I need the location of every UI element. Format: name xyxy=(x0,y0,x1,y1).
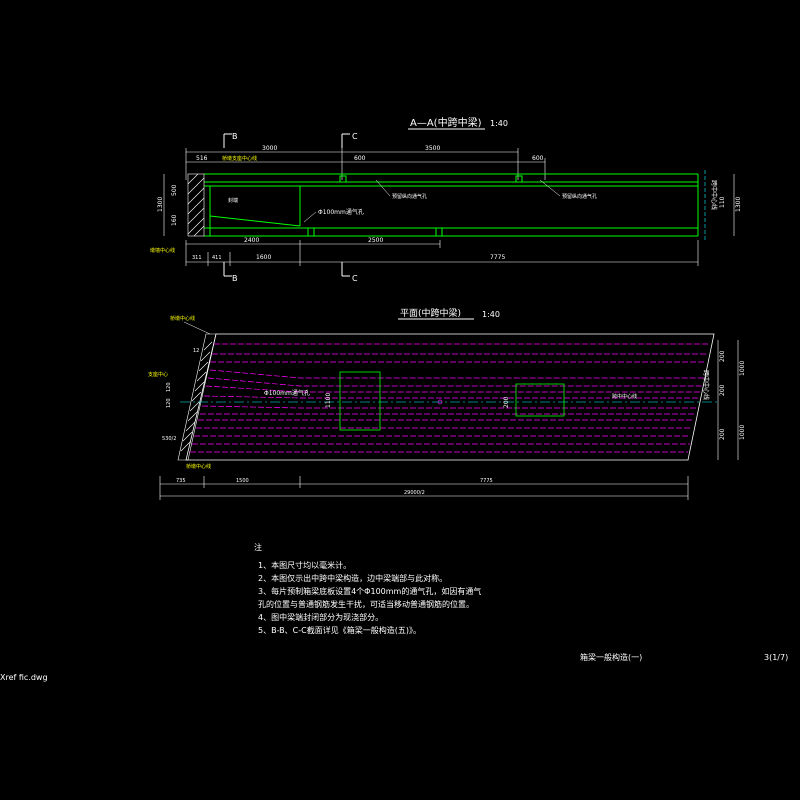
section-view: A—A(中跨中梁) 1:40 B C 3000 3500 516 600 600… xyxy=(150,116,742,283)
plan-scale: 1:40 xyxy=(482,310,500,319)
label-pier-line: 墩墙中心线 xyxy=(150,247,175,254)
plan-centerline-label: 跨中中心线 xyxy=(612,393,637,400)
svg-text:C: C xyxy=(352,274,358,283)
label-seal: 封端 xyxy=(228,197,238,204)
svg-text:110: 110 xyxy=(719,196,726,208)
svg-text:2500: 2500 xyxy=(368,237,383,244)
svg-text:C: C xyxy=(352,132,358,141)
label-diaphragm-2: 预留纵向通气孔 xyxy=(562,193,597,200)
svg-text:B: B xyxy=(232,274,238,283)
svg-text:1000: 1000 xyxy=(739,361,746,376)
note-line-1: 1、本图尺寸均以毫米计。 xyxy=(258,561,352,570)
plan-right-rotated: 跨中中心线 xyxy=(702,370,710,400)
svg-text:411: 411 xyxy=(212,255,222,261)
plan-title: 平面(中跨中梁) xyxy=(400,307,461,319)
svg-text:200: 200 xyxy=(719,350,726,362)
note-line-2: 2、本图仅示出中跨中梁构造，边中梁端部与此对称。 xyxy=(258,574,448,583)
svg-text:500: 500 xyxy=(171,184,178,196)
svg-text:160: 160 xyxy=(171,214,178,226)
cut-marker-c-top: C xyxy=(341,132,358,148)
svg-text:7775: 7775 xyxy=(490,254,505,261)
label-bearing-line: 桥墩支座中心线 xyxy=(222,155,257,162)
cut-marker-c-bottom: C xyxy=(341,262,358,283)
svg-text:1000: 1000 xyxy=(739,425,746,440)
filename-label: Xref fic.dwg xyxy=(0,673,48,682)
plan-pier-line: 桥墩中心线 xyxy=(170,315,195,322)
svg-text:120: 120 xyxy=(166,382,172,392)
svg-text:200: 200 xyxy=(719,384,726,396)
svg-text:7775: 7775 xyxy=(480,478,493,484)
svg-text:B: B xyxy=(232,132,238,141)
svg-text:200: 200 xyxy=(719,428,726,440)
sheet-number: 3(1/7) xyxy=(764,653,788,662)
section-hatch xyxy=(187,173,205,237)
dim-3500: 3500 xyxy=(425,145,440,152)
svg-text:311: 311 xyxy=(192,255,202,261)
dim-3000: 3000 xyxy=(262,145,277,152)
notes-heading: 注 xyxy=(254,542,262,552)
beam-outline xyxy=(204,173,699,237)
svg-text:530/2: 530/2 xyxy=(162,436,176,442)
svg-text:1300: 1300 xyxy=(157,197,164,212)
svg-text:1300: 1300 xyxy=(735,197,742,212)
section-scale: 1:40 xyxy=(490,119,508,128)
plan-box-1 xyxy=(339,371,381,431)
plan-bearing-center: 支座中心 xyxy=(148,371,168,378)
note-line-3: 3、每片预制箱梁底板设置4个Φ100mm的通气孔，如因有通气 xyxy=(258,587,482,596)
svg-text:200: 200 xyxy=(503,396,510,408)
svg-text:600: 600 xyxy=(532,155,544,162)
note-line-4: 孔的位置与普通钢筋发生干扰，可适当移动普通钢筋的位置。 xyxy=(258,600,474,609)
svg-text:2400: 2400 xyxy=(244,237,259,244)
svg-text:600: 600 xyxy=(354,155,366,162)
drawing-canvas: A—A(中跨中梁) 1:40 B C 3000 3500 516 600 600… xyxy=(148,116,788,662)
svg-text:120: 120 xyxy=(166,398,172,408)
plan-bottom-left: 桥墩中心线 xyxy=(186,463,211,470)
plan-total-dim: 29000/2 xyxy=(404,490,425,496)
note-line-5: 4、图中梁端封闭部分为现浇部分。 xyxy=(258,613,384,622)
svg-text:1100: 1100 xyxy=(325,393,332,408)
label-vent: Φ100mm通气孔 xyxy=(318,208,364,216)
right-centerline-text: 跨中中心线 xyxy=(710,180,718,210)
svg-text:1500: 1500 xyxy=(236,478,249,484)
note-line-6: 5、B-B、C-C截面详见《箱梁一般构造(五)》。 xyxy=(258,626,421,635)
svg-text:735: 735 xyxy=(176,478,186,484)
drawing-title: 箱梁一般构造(一) xyxy=(580,652,642,662)
svg-text:516: 516 xyxy=(196,155,208,162)
svg-text:12: 12 xyxy=(193,348,199,354)
plan-view: 平面(中跨中梁) 1:40 1100 200 Φ100mm通气孔 跨中中心线 桥… xyxy=(148,307,746,500)
plan-vent-label: Φ100mm通气孔 xyxy=(264,389,310,397)
cut-marker-b-bottom: B xyxy=(223,262,238,283)
label-diaphragm-1: 预留纵向通气孔 xyxy=(392,193,427,200)
svg-text:1600: 1600 xyxy=(256,254,271,261)
section-title: A—A(中跨中梁) xyxy=(410,116,482,129)
plan-box-2 xyxy=(515,383,565,417)
cut-marker-b-top: B xyxy=(223,132,238,148)
